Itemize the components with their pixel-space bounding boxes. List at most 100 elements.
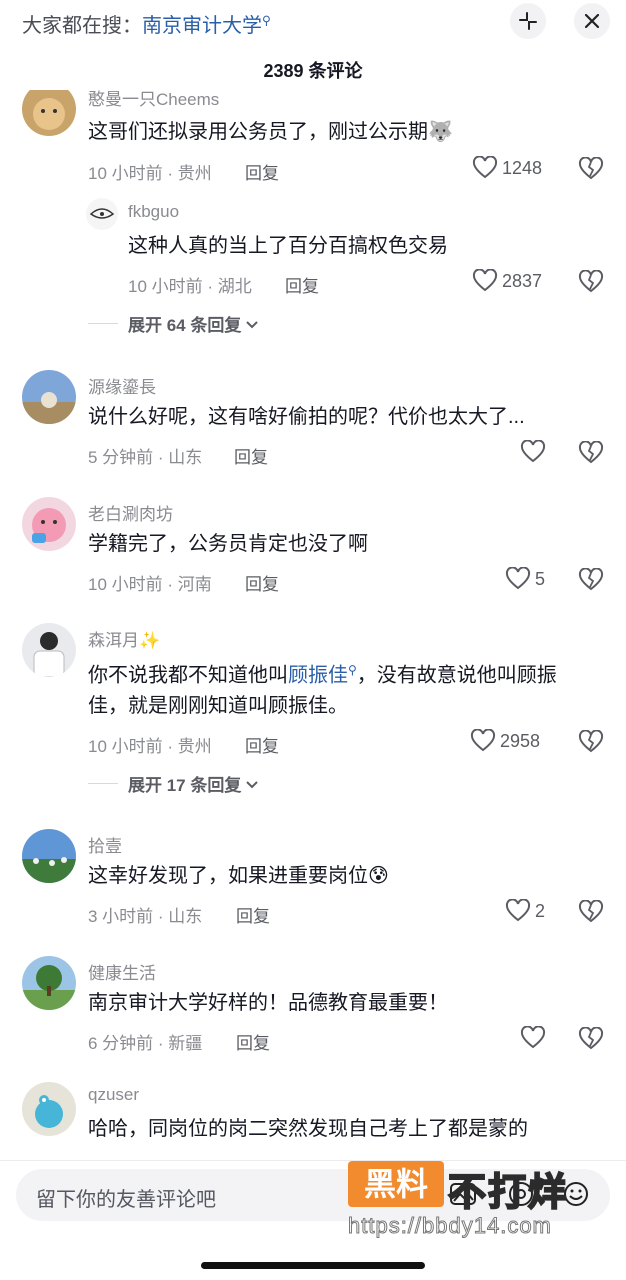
watermark-badge: 黑料 bbox=[348, 1161, 444, 1207]
dislike-button[interactable] bbox=[578, 567, 604, 597]
reply-button[interactable]: 回复 bbox=[285, 272, 319, 297]
broken-heart-icon bbox=[578, 156, 604, 180]
like-button[interactable]: 2 bbox=[505, 899, 545, 923]
username[interactable]: 健康生活 bbox=[88, 959, 156, 984]
like-button[interactable]: 2958 bbox=[470, 729, 540, 753]
search-icon: ⚲ bbox=[348, 663, 357, 677]
like-button[interactable] bbox=[520, 1026, 550, 1050]
reply-button[interactable]: 回复 bbox=[245, 159, 279, 184]
username[interactable]: fkbguo bbox=[128, 202, 179, 222]
expand-replies-label: 展开 64 条回复 bbox=[128, 316, 242, 335]
heart-icon bbox=[472, 156, 498, 179]
search-icon: ⚲ bbox=[262, 13, 271, 28]
like-count: 1248 bbox=[502, 157, 543, 178]
comment-text: 你不说我都不知道他叫顾振佳⚲，没有故意说他叫顾振 bbox=[88, 663, 557, 687]
comment-text-line2: 佳，就是刚刚知道叫顾振佳。 bbox=[88, 695, 348, 717]
collapse-icon bbox=[519, 12, 537, 30]
comment-text: 这哥们还拟录用公务员了，刚过公示期🐺 bbox=[88, 121, 453, 143]
comment-input-placeholder: 留下你的友善评论吧 bbox=[36, 1189, 216, 1211]
comment-list[interactable]: 憨曼一只Cheems 这哥们还拟录用公务员了，刚过公示期🐺 10 小时前 · 贵… bbox=[0, 90, 626, 1160]
like-count: 2837 bbox=[502, 270, 543, 291]
close-icon bbox=[584, 13, 600, 29]
broken-heart-icon bbox=[578, 567, 604, 591]
avatar[interactable] bbox=[22, 1082, 76, 1136]
wolf-emoji-icon: 🐺 bbox=[428, 121, 453, 143]
broken-heart-icon bbox=[578, 1026, 604, 1050]
divider bbox=[88, 323, 118, 324]
like-button[interactable]: 1248 bbox=[472, 156, 542, 180]
collapse-button[interactable] bbox=[510, 3, 546, 39]
heart-icon bbox=[520, 1026, 546, 1049]
comment-text: 学籍完了，公务员肯定也没了啊 bbox=[88, 533, 368, 555]
broken-heart-icon bbox=[578, 729, 604, 753]
home-indicator[interactable] bbox=[201, 1262, 425, 1269]
dislike-button[interactable] bbox=[578, 899, 604, 929]
avatar[interactable] bbox=[22, 623, 76, 677]
avatar[interactable] bbox=[22, 90, 76, 136]
username[interactable]: 老白涮肉坊 bbox=[88, 500, 173, 525]
watermark: 黑料 不打烊 https://bbdy14.com bbox=[348, 1161, 610, 1241]
like-button[interactable]: 5 bbox=[505, 567, 545, 591]
expand-replies-button[interactable]: 展开 17 条回复 bbox=[88, 771, 260, 796]
comment-meta: 5 分钟前 · 山东 bbox=[88, 448, 203, 467]
sparkle-emoji-icon: ✨ bbox=[139, 631, 161, 650]
broken-heart-icon bbox=[578, 269, 604, 293]
heart-icon bbox=[520, 440, 546, 463]
like-count: 2 bbox=[535, 900, 546, 921]
watermark-text: 不打烊 bbox=[447, 1171, 569, 1215]
avatar[interactable] bbox=[22, 370, 76, 424]
username[interactable]: qzuser bbox=[88, 1085, 139, 1105]
avatar[interactable] bbox=[22, 829, 76, 883]
username[interactable]: 源缘鎏長 bbox=[88, 373, 156, 398]
close-button[interactable] bbox=[574, 3, 610, 39]
heart-icon bbox=[505, 567, 531, 590]
reply-button[interactable]: 回复 bbox=[236, 902, 270, 927]
dislike-button[interactable] bbox=[578, 1026, 604, 1056]
reply-button[interactable]: 回复 bbox=[234, 443, 268, 468]
avatar[interactable] bbox=[22, 956, 76, 1010]
username[interactable]: 拾壹 bbox=[88, 832, 122, 857]
search-link[interactable]: 顾振佳 bbox=[288, 665, 348, 687]
like-count: 5 bbox=[535, 568, 546, 589]
comment-text: 这幸好发现了，如果进重要岗位😰 bbox=[88, 865, 389, 887]
like-button[interactable] bbox=[520, 440, 550, 464]
dislike-button[interactable] bbox=[578, 269, 604, 299]
reply-button[interactable]: 回复 bbox=[236, 1029, 270, 1054]
search-suggestion-term[interactable]: 南京审计大学 bbox=[142, 15, 262, 37]
watermark-url: https://bbdy14.com bbox=[348, 1213, 552, 1239]
comment-text: 哈哈，同岗位的岗二突然发现自己考上了都是蒙的 bbox=[88, 1118, 528, 1140]
broken-heart-icon bbox=[578, 440, 604, 464]
comment-meta: 6 分钟前 · 新疆 bbox=[88, 1034, 203, 1053]
chevron-down-icon bbox=[246, 780, 259, 788]
dislike-button[interactable] bbox=[578, 729, 604, 759]
reply-button[interactable]: 回复 bbox=[245, 570, 279, 595]
dislike-button[interactable] bbox=[578, 156, 604, 186]
comment-meta: 10 小时前 · 贵州 bbox=[88, 737, 212, 756]
avatar[interactable] bbox=[86, 198, 118, 230]
comment-count-title: 2389 条评论 bbox=[263, 61, 363, 81]
search-suggestion[interactable]: 大家都在搜：南京审计大学⚲ bbox=[22, 9, 271, 38]
username[interactable]: 森洱月✨ bbox=[88, 626, 160, 651]
like-button[interactable]: 2837 bbox=[472, 269, 542, 293]
heart-icon bbox=[470, 729, 496, 752]
expand-replies-button[interactable]: 展开 64 条回复 bbox=[88, 311, 260, 336]
reply-button[interactable]: 回复 bbox=[245, 732, 279, 757]
comment-meta: 10 小时前 · 湖北 bbox=[128, 277, 252, 296]
username[interactable]: 憨曼一只Cheems bbox=[88, 90, 219, 110]
dislike-button[interactable] bbox=[578, 440, 604, 470]
heart-icon bbox=[472, 269, 498, 292]
search-suggestion-prefix: 大家都在搜： bbox=[22, 15, 142, 37]
comment-text: 南京审计大学好样的！品德教育最重要！ bbox=[88, 992, 448, 1014]
heart-icon bbox=[505, 899, 531, 922]
anxious-face-emoji-icon: 😰 bbox=[368, 865, 389, 887]
comment-meta: 10 小时前 · 河南 bbox=[88, 575, 212, 594]
avatar[interactable] bbox=[22, 497, 76, 551]
comment-text: 这种人真的当上了百分百搞权色交易 bbox=[128, 235, 448, 257]
like-count: 2958 bbox=[500, 730, 541, 751]
comment-text: 说什么好呢，这有啥好偷拍的呢？代价也太大了... bbox=[88, 406, 525, 428]
expand-replies-label: 展开 17 条回复 bbox=[128, 776, 242, 795]
broken-heart-icon bbox=[578, 899, 604, 923]
chevron-down-icon bbox=[246, 320, 259, 328]
top-search-bar[interactable]: 大家都在搜：南京审计大学⚲ bbox=[0, 0, 626, 50]
divider bbox=[88, 783, 118, 784]
